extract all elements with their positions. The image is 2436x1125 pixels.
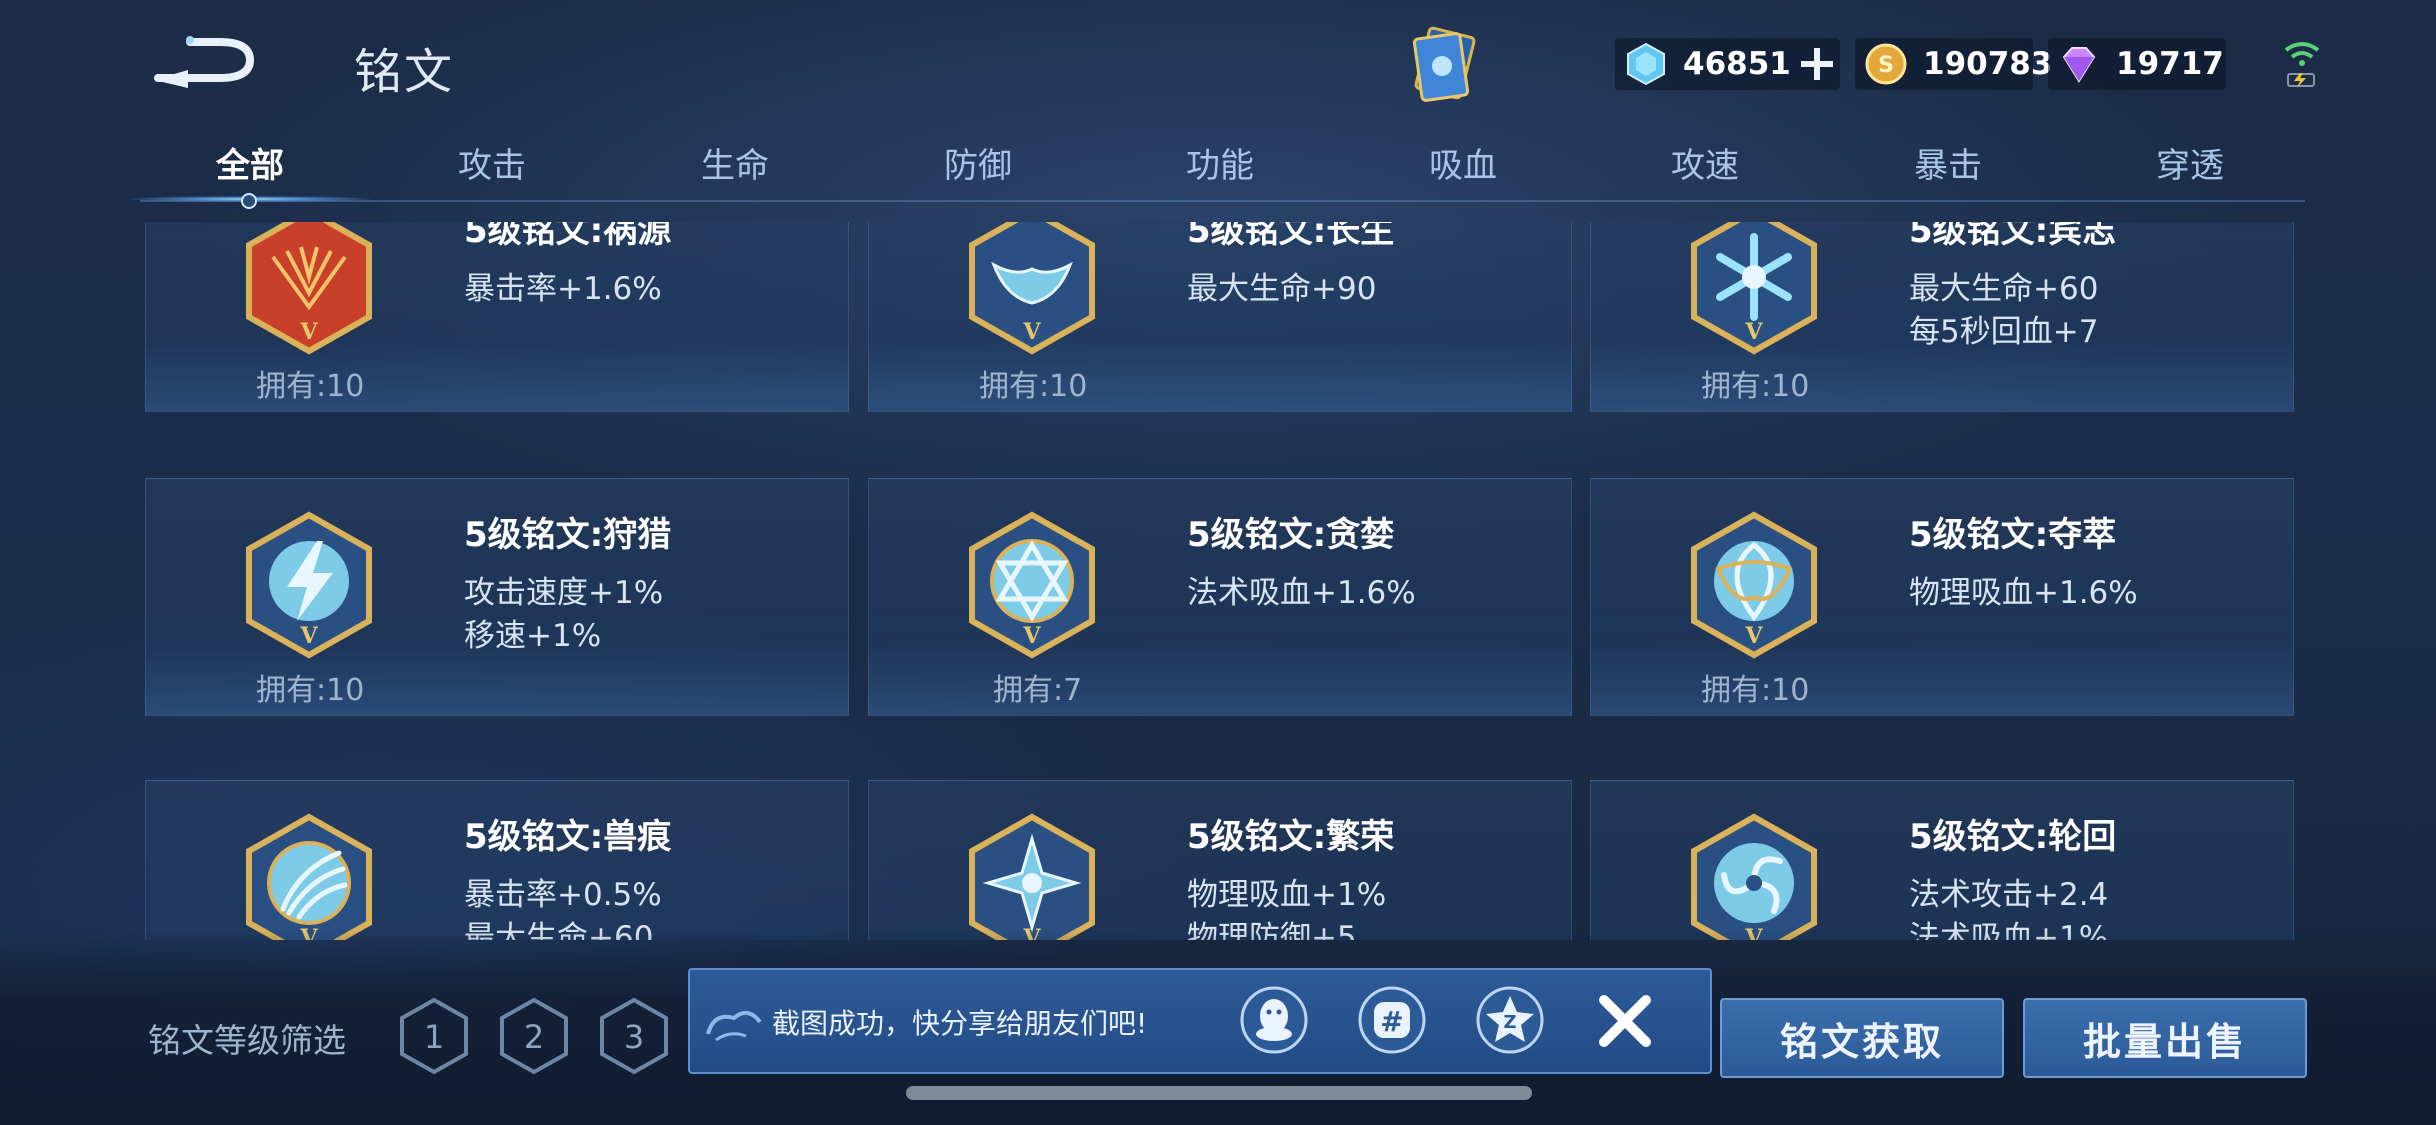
rune-triquetra-icon: V [1691, 511, 1817, 659]
category-tabs: 全部 攻击 生命 防御 功能 吸血 攻速 暴击 穿透 [140, 128, 2300, 204]
share-toast: 截图成功，快分享给朋友们吧! # Z [688, 968, 1712, 1074]
cloud-decoration-icon [706, 1010, 762, 1042]
rune-star-icon: V [969, 813, 1095, 940]
back-arrow-icon [154, 36, 255, 88]
tab-attack-speed[interactable]: 攻速 [1671, 138, 1739, 187]
wifi-battery-icon [2280, 36, 2324, 92]
bulk-sell-button[interactable]: 批量出售 [2023, 998, 2307, 1078]
rune-attr: 暴击率+0.5% [464, 877, 662, 913]
level-filter-label: 铭文等级筛选 [148, 1021, 346, 1060]
rune-card[interactable]: V 5级铭文:宾志 最大生命+60 每5秒回血+7 拥有:10 [1590, 222, 2294, 412]
rune-owned-count: 拥有:10 [256, 369, 365, 404]
qq-icon[interactable] [1238, 984, 1310, 1056]
rune-name: 5级铭文:长生 [1187, 222, 1395, 251]
rune-attr: 移速+1% [464, 618, 602, 654]
diamond-value: 46851 [1683, 46, 1791, 82]
svg-text:V: V [1744, 319, 1763, 345]
rune-card[interactable]: V 5级铭文:祸源 暴击率+1.6% 拥有:10 [145, 222, 849, 412]
tab-penetration[interactable]: 穿透 [2156, 138, 2224, 187]
toast-message: 截图成功，快分享给朋友们吧! [772, 1007, 1148, 1040]
add-diamond-button[interactable] [1797, 44, 1837, 84]
rune-name: 5级铭文:轮回 [1909, 817, 2117, 857]
gem-value: 19717 [2116, 46, 2224, 82]
rune-attr: 法术攻击+2.4 [1909, 877, 2109, 913]
wechat-moments-icon[interactable]: # [1356, 984, 1428, 1056]
svg-text:V: V [1022, 319, 1041, 345]
rune-swirl-icon: V [1691, 813, 1817, 940]
tab-crit[interactable]: 暴击 [1914, 138, 1982, 187]
close-icon[interactable] [1590, 986, 1660, 1056]
rune-name: 5级铭文:祸源 [464, 222, 672, 251]
rune-name: 5级铭文:宾志 [1909, 222, 2117, 251]
rune-name: 5级铭文:贪婪 [1187, 515, 1395, 555]
svg-text:V: V [299, 319, 318, 345]
tab-function[interactable]: 功能 [1186, 138, 1254, 187]
rune-name: 5级铭文:夺萃 [1909, 515, 2117, 555]
rune-card[interactable]: V 5级铭文:贪婪 法术吸血+1.6% 拥有:7 [868, 478, 1572, 716]
rune-lightning-icon: V [246, 511, 372, 659]
rune-hexagram-icon: V [969, 511, 1095, 659]
rune-attr: 最大生命+90 [1187, 271, 1377, 307]
diamond-icon [1627, 42, 1665, 86]
tab-divider [140, 200, 2305, 202]
svg-text:V: V [1022, 623, 1041, 649]
svg-text:S: S [1878, 53, 1894, 78]
active-tab-dot [241, 193, 257, 209]
tab-lifesteal[interactable]: 吸血 [1429, 138, 1497, 187]
rune-name: 5级铭文:狩猎 [464, 515, 672, 555]
rune-owned-count: 拥有:7 [993, 673, 1083, 708]
rune-claw-icon: V [246, 813, 372, 940]
level-filter-2-button[interactable]: 2 [498, 996, 570, 1076]
rune-owned-count: 拥有:10 [1701, 673, 1810, 708]
tab-all[interactable]: 全部 [216, 138, 284, 187]
level-filter-value: 2 [524, 1018, 544, 1056]
rune-card[interactable]: V 5级铭文:兽痕 暴击率+0.5% 最大生命+60 [145, 780, 849, 940]
page-title: 铭文 [354, 44, 455, 100]
rune-name: 5级铭文:繁荣 [1187, 817, 1395, 857]
gem-balance: 19717 [2048, 38, 2226, 90]
tab-health[interactable]: 生命 [701, 138, 769, 187]
back-button[interactable] [150, 30, 260, 90]
rune-name: 5级铭文:兽痕 [464, 817, 672, 857]
svg-text:V: V [299, 623, 318, 649]
rune-owned-count: 拥有:10 [256, 673, 365, 708]
qzone-icon[interactable]: Z [1474, 984, 1546, 1056]
tab-defense[interactable]: 防御 [944, 138, 1012, 187]
rune-card[interactable]: V 5级铭文:夺萃 物理吸血+1.6% 拥有:10 [1590, 478, 2294, 716]
tab-attack[interactable]: 攻击 [458, 138, 526, 187]
svg-text:#: # [1380, 1005, 1403, 1038]
rune-red-crest-icon: V [246, 222, 372, 355]
rune-owned-count: 拥有:10 [1701, 369, 1810, 404]
rune-attr: 暴击率+1.6% [464, 271, 662, 307]
rune-attr: 物理吸血+1.6% [1909, 575, 2138, 611]
rune-whale-tail-icon: V [969, 222, 1095, 355]
level-filter-1-button[interactable]: 1 [398, 996, 470, 1076]
rune-card[interactable]: V 5级铭文:繁荣 物理吸血+1% 物理防御+5 [868, 780, 1572, 940]
rune-card[interactable]: V 5级铭文:长生 最大生命+90 拥有:10 [868, 222, 1572, 412]
get-rune-button[interactable]: 铭文获取 [1720, 998, 2004, 1078]
rune-attr: 法术吸血+1.6% [1187, 575, 1416, 611]
rune-attr: 物理吸血+1% [1187, 877, 1387, 913]
purple-gem-icon [2062, 47, 2096, 83]
svg-text:V: V [1744, 623, 1763, 649]
level-filter-value: 3 [624, 1018, 644, 1056]
event-card-icon[interactable] [1404, 22, 1484, 106]
rune-grid: V 5级铭文:祸源 暴击率+1.6% 拥有:10 V 5级铭文:长生 最大生命+… [140, 222, 2300, 940]
gold-coin-icon: S [1865, 43, 1907, 85]
rune-attr: 每5秒回血+7 [1909, 314, 2099, 350]
rune-owned-count: 拥有:10 [979, 369, 1088, 404]
diamond-balance: 46851 [1615, 38, 1840, 90]
rune-card[interactable]: V 5级铭文:轮回 法术攻击+2.4 法术吸血+1% [1590, 780, 2294, 940]
level-filter-value: 1 [424, 1018, 444, 1056]
rune-ice-crystal-icon: V [1691, 222, 1817, 355]
svg-text:Z: Z [1503, 1012, 1516, 1033]
rune-attr: 最大生命+60 [1909, 271, 2099, 307]
rune-card[interactable]: V 5级铭文:狩猎 攻击速度+1% 移速+1% 拥有:10 [145, 478, 849, 716]
rune-attr: 攻击速度+1% [464, 575, 664, 611]
gold-balance: S 190783 [1855, 38, 2052, 90]
home-indicator[interactable] [906, 1086, 1532, 1100]
gold-value: 190783 [1923, 46, 2053, 82]
level-filter-3-button[interactable]: 3 [598, 996, 670, 1076]
